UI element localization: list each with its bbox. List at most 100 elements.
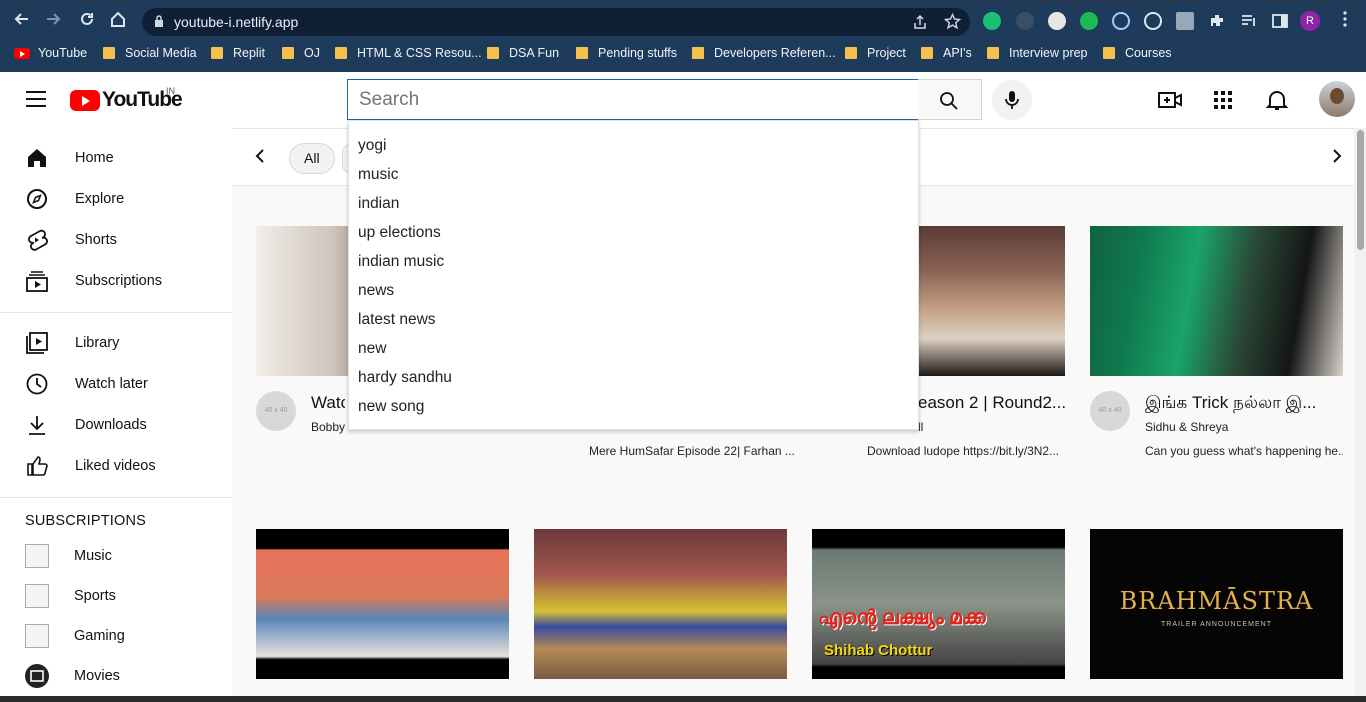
forward-icon[interactable] — [43, 10, 65, 32]
suggestion-item[interactable]: music — [358, 166, 398, 184]
video-thumbnail[interactable]: എന്റെ ലക്ഷ്യം മക്ക Shihab Chottur — [812, 529, 1065, 679]
target-extension-icon[interactable] — [1144, 12, 1162, 30]
sidebar-item-liked-videos[interactable]: Liked videos — [0, 446, 232, 486]
grammarly-icon[interactable] — [983, 12, 1001, 30]
bookmark-folder[interactable]: OJ — [282, 44, 320, 62]
home-browser-icon[interactable] — [107, 10, 129, 32]
bookmark-folder[interactable]: Interview prep — [987, 44, 1088, 62]
microphone-icon — [1005, 91, 1019, 109]
bookmark-folder[interactable]: Developers Referen... — [692, 44, 836, 62]
react-devtools-icon[interactable] — [1112, 12, 1130, 30]
channel-name[interactable]: ll — [918, 420, 938, 434]
sidebar-item-shorts[interactable]: Shorts — [0, 220, 232, 260]
sidebar-item-home[interactable]: Home — [0, 138, 232, 178]
voice-search-button[interactable] — [992, 80, 1032, 120]
address-bar[interactable]: youtube-i.netlify.app — [142, 8, 970, 36]
suggestion-item[interactable]: new song — [358, 398, 424, 416]
youtube-app: YouTube IN Home Explore Shorts — [0, 72, 1366, 702]
video-card[interactable] — [918, 226, 1065, 376]
channel-name[interactable]: Bobby — [311, 420, 345, 434]
video-thumbnail[interactable] — [1090, 226, 1343, 376]
video-card[interactable]: എന്റെ ലക്ഷ്യം മക്ക Shihab Chottur — [812, 529, 1065, 679]
reload-icon[interactable] — [76, 10, 98, 32]
suggestion-item[interactable]: yogi — [358, 137, 386, 155]
video-thumbnail[interactable] — [534, 529, 787, 679]
video-title[interactable]: Watc — [311, 393, 345, 413]
video-thumbnail[interactable] — [256, 529, 509, 679]
bookmarks-bar: YouTube Social Media Replit OJ HTML & CS… — [0, 42, 1366, 64]
suggestion-item[interactable]: latest news — [358, 311, 436, 329]
scrollbar[interactable] — [1354, 128, 1366, 702]
profile-avatar[interactable]: R — [1300, 11, 1320, 31]
video-title[interactable]: இங்க Trick நல்லா இ... — [1145, 393, 1343, 415]
folder-icon — [692, 47, 704, 59]
shorts-icon — [28, 229, 48, 251]
suggestion-item[interactable]: indian — [358, 195, 399, 213]
sidebar-item-explore[interactable]: Explore — [0, 179, 232, 219]
youtube-logo[interactable]: YouTube — [70, 88, 183, 112]
search-button[interactable] — [918, 79, 982, 120]
colorpick-extension-icon[interactable] — [1176, 12, 1194, 30]
share-icon[interactable] — [912, 14, 928, 30]
notifications-bell-icon[interactable] — [1264, 87, 1290, 113]
pen-extension-icon[interactable] — [1016, 12, 1034, 30]
back-icon[interactable] — [10, 10, 32, 32]
green-extension-icon[interactable] — [1080, 12, 1098, 30]
folder-icon — [921, 47, 933, 59]
chip-all[interactable]: All — [289, 143, 335, 174]
side-panel-icon[interactable] — [1271, 12, 1289, 30]
video-description: Download ludope https://bit.ly/3N2... — [867, 444, 1060, 458]
folder-icon — [103, 47, 115, 59]
channel-avatar[interactable]: 40 x 40 — [1090, 391, 1130, 431]
ghost-extension-icon[interactable] — [1048, 12, 1066, 30]
star-icon[interactable] — [944, 13, 961, 30]
chevron-left-icon[interactable] — [254, 148, 268, 166]
user-avatar[interactable] — [1319, 81, 1355, 117]
bookmark-folder[interactable]: API's — [921, 44, 972, 62]
sidebar-item-library[interactable]: Library — [0, 323, 232, 363]
bookmark-folder[interactable]: Project — [845, 44, 906, 62]
bookmark-folder[interactable]: DSA Fun — [487, 44, 559, 62]
video-description: Mere HumSafar Episode 22| Farhan ... — [589, 444, 795, 458]
video-card[interactable] — [534, 529, 787, 679]
channel-name[interactable]: Sidhu & Shreya — [1145, 420, 1343, 434]
bookmark-folder[interactable]: Pending stuffs — [576, 44, 677, 62]
channel-avatar[interactable]: 40 x 40 — [256, 391, 296, 431]
suggestion-item[interactable]: up elections — [358, 224, 441, 242]
extensions-puzzle-icon[interactable] — [1208, 12, 1226, 30]
bookmark-youtube[interactable]: YouTube — [14, 44, 87, 62]
video-thumbnail[interactable]: BRAHMĀSTRA TRAILER ANNOUNCEMENT — [1090, 529, 1343, 679]
sidebar-item-subscriptions[interactable]: Subscriptions — [0, 261, 232, 301]
bookmark-folder[interactable]: Social Media — [103, 44, 197, 62]
suggestion-item[interactable]: indian music — [358, 253, 444, 271]
thumbnail-text: എന്റെ ലക്ഷ്യം മക്ക — [818, 607, 986, 629]
bookmark-folder[interactable]: Replit — [211, 44, 265, 62]
suggestion-item[interactable]: new — [358, 340, 386, 358]
search-box[interactable] — [347, 79, 919, 120]
sidebar-item-watch-later[interactable]: Watch later — [0, 364, 232, 404]
suggestion-item[interactable]: news — [358, 282, 394, 300]
search-input[interactable] — [348, 80, 918, 119]
chevron-right-icon[interactable] — [1331, 148, 1345, 166]
subscription-item[interactable]: Movies — [0, 656, 232, 696]
media-control-icon[interactable] — [1240, 12, 1258, 30]
thumbnail-text: TRAILER ANNOUNCEMENT — [1160, 621, 1272, 628]
sidebar-item-downloads[interactable]: Downloads — [0, 405, 232, 445]
suggestion-item[interactable]: hardy sandhu — [358, 369, 452, 387]
video-card[interactable] — [256, 529, 509, 679]
video-thumbnail[interactable] — [918, 226, 1065, 376]
video-card[interactable] — [1090, 226, 1343, 376]
subscription-item[interactable]: Music — [0, 536, 232, 576]
menu-icon[interactable] — [26, 91, 46, 107]
subscription-item[interactable]: Sports — [0, 576, 232, 616]
apps-grid-icon[interactable] — [1210, 87, 1236, 113]
bookmark-folder[interactable]: Courses — [1103, 44, 1172, 62]
bookmark-folder[interactable]: HTML & CSS Resou... — [335, 44, 482, 62]
browser-menu-icon[interactable] — [1334, 10, 1356, 32]
scrollbar-thumb[interactable] — [1357, 130, 1364, 250]
taskbar-edge — [0, 696, 1366, 702]
create-video-icon[interactable] — [1157, 87, 1183, 113]
video-card[interactable]: BRAHMĀSTRA TRAILER ANNOUNCEMENT — [1090, 529, 1343, 679]
video-title[interactable]: eason 2 | Round2... — [918, 393, 1066, 413]
subscription-item[interactable]: Gaming — [0, 616, 232, 656]
